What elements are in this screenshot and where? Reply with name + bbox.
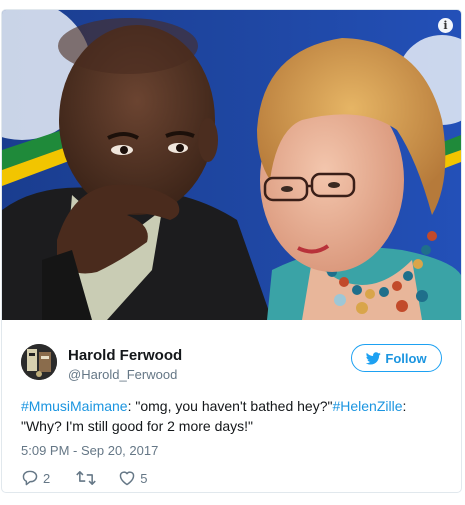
retweet-icon xyxy=(76,471,97,485)
tweet-text: #MmusiMaimane: "omg, you haven't bathed … xyxy=(21,396,441,436)
user-name[interactable]: Harold Ferwood xyxy=(68,347,182,364)
tweet-photo[interactable]: i xyxy=(2,10,461,320)
tweet-body: Harold Ferwood @Harold_Ferwood Follow #M… xyxy=(2,320,461,492)
follow-label: Follow xyxy=(385,350,427,366)
retweet-action[interactable] xyxy=(76,470,97,486)
avatar[interactable] xyxy=(21,344,57,380)
heart-icon xyxy=(119,471,135,486)
like-action[interactable]: 5 xyxy=(118,470,147,486)
photo-illustration xyxy=(2,10,461,320)
hashtag-helenzille[interactable]: #HelenZille xyxy=(332,398,402,414)
tweet-text-part1: : "omg, you haven't bathed hey?" xyxy=(127,398,333,414)
info-icon[interactable]: i xyxy=(438,18,453,33)
avatar-image xyxy=(21,344,57,380)
tweet-actions: 2 5 xyxy=(21,470,147,486)
reply-action[interactable]: 2 xyxy=(21,470,50,486)
user-handle[interactable]: @Harold_Ferwood xyxy=(68,367,177,382)
reply-count: 2 xyxy=(43,470,51,486)
embedded-tweet-card: i Harold Ferwood @Harold_Ferwood Follow … xyxy=(1,9,462,493)
like-count: 5 xyxy=(140,470,148,486)
hashtag-mmusimaimane[interactable]: #MmusiMaimane xyxy=(21,398,128,414)
follow-button[interactable]: Follow xyxy=(351,344,442,372)
twitter-bird-icon xyxy=(366,351,382,364)
tweet-timestamp[interactable]: 5:09 PM - Sep 20, 2017 xyxy=(21,443,158,458)
reply-icon xyxy=(22,470,38,486)
